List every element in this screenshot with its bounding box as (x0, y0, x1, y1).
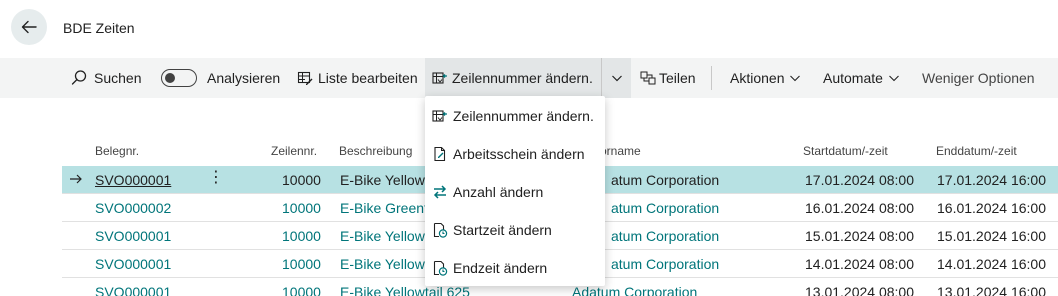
end-cell: 15.01.2024 16:00 (937, 228, 1046, 244)
description-cell[interactable]: E-Bike Greent (340, 200, 428, 216)
share-label: Teilen (659, 70, 696, 86)
toolbar-divider (711, 66, 712, 90)
automate-label: Automate (823, 70, 883, 86)
customer-cell[interactable]: atum Corporation (611, 256, 719, 272)
search-label: Suchen (94, 70, 142, 86)
doc-no-link[interactable]: SVO000001 (95, 228, 171, 244)
menu-item-change-start-time[interactable]: Startzeit ändern (425, 211, 605, 249)
arrow-left-icon (21, 20, 37, 34)
clock-document-icon (433, 260, 448, 276)
analyze-label: Analysieren (207, 70, 281, 86)
menu-item-label: Zeilennummer ändern. (453, 108, 594, 124)
end-cell: 14.01.2024 16:00 (937, 256, 1046, 272)
edit-list-label: Liste bearbeiten (318, 70, 418, 86)
start-cell: 17.01.2024 08:00 (805, 172, 914, 188)
line-no-cell: 10000 (282, 200, 321, 216)
menu-item-label: Anzahl ändern (453, 184, 544, 200)
start-cell: 15.01.2024 08:00 (805, 228, 914, 244)
menu-item-label: Startzeit ändern (453, 222, 552, 238)
column-header-description[interactable]: Beschreibung (339, 144, 412, 158)
swap-arrows-icon (433, 185, 447, 199)
menu-item-label: Arbeitsschein ändern (453, 146, 585, 162)
customer-cell[interactable]: atum Corporation (611, 200, 719, 216)
clock-document-icon (433, 222, 448, 238)
page-title: BDE Zeiten (63, 20, 135, 36)
column-header-doc-no[interactable]: Belegnr. (95, 144, 139, 158)
column-header-line-no[interactable]: Zeilennr. (271, 144, 317, 158)
line-no-cell: 10000 (282, 284, 321, 296)
line-no-cell: 10000 (282, 228, 321, 244)
column-header-end[interactable]: Enddatum/-zeit (936, 144, 1017, 158)
chevron-down-icon (790, 75, 801, 82)
customer-cell[interactable]: atum Corporation (611, 228, 719, 244)
search-icon (71, 70, 87, 85)
line-no-cell: 10000 (282, 256, 321, 272)
line-no-cell: 10000 (282, 172, 321, 188)
edit-list-icon (297, 71, 313, 85)
chevron-down-icon (611, 75, 622, 82)
description-cell[interactable]: E-Bike Yellowt (340, 172, 429, 188)
fewer-options-button[interactable]: Weniger Optionen (922, 58, 1035, 98)
customer-cell[interactable]: atum Corporation (611, 172, 719, 188)
search-button[interactable]: Suchen (70, 58, 141, 98)
start-cell: 13.01.2024 08:00 (805, 284, 914, 296)
back-button[interactable] (11, 9, 47, 45)
more-options-icon[interactable]: ⋮ (208, 170, 224, 186)
change-line-number-button[interactable]: Zeilennummer ändern. (425, 58, 601, 98)
share-icon (640, 71, 656, 85)
column-header-name[interactable]: orname (600, 144, 641, 158)
description-cell[interactable]: E-Bike Yellowt (340, 256, 429, 272)
end-cell: 13.01.2024 16:00 (937, 284, 1046, 296)
analyze-toggle[interactable]: Analysieren (161, 58, 280, 98)
renumber-icon (432, 110, 447, 122)
menu-item-label: Endzeit ändern (453, 260, 548, 276)
doc-no-link[interactable]: SVO000001 (95, 256, 171, 272)
change-line-number-menu-toggle[interactable] (601, 58, 631, 98)
column-header-start[interactable]: Startdatum/-zeit (803, 144, 888, 158)
menu-item-change-worksheet[interactable]: Arbeitsschein ändern (425, 135, 605, 173)
change-line-number-dropdown: Zeilennummer ändern. Arbeitsschein änder… (425, 96, 605, 286)
arrow-right-icon (70, 174, 82, 184)
doc-no-link[interactable]: SVO000002 (95, 200, 171, 216)
automate-menu[interactable]: Automate (823, 58, 900, 98)
menu-item-change-line-number[interactable]: Zeilennummer ändern. (425, 97, 605, 135)
chevron-down-icon (889, 75, 899, 82)
menu-item-change-end-time[interactable]: Endzeit ändern (425, 249, 605, 287)
edit-list-button[interactable]: Liste bearbeiten (297, 58, 418, 98)
action-bar: Suchen Analysieren Liste bearbeiten Zeil… (0, 58, 1058, 98)
end-cell: 17.01.2024 16:00 (937, 172, 1046, 188)
toggle-switch[interactable] (161, 69, 197, 87)
page-header: BDE Zeiten (0, 0, 1058, 58)
description-cell[interactable]: E-Bike Yellowt (340, 228, 429, 244)
end-cell: 16.01.2024 16:00 (937, 200, 1046, 216)
fewer-options-label: Weniger Optionen (922, 70, 1035, 86)
share-button[interactable]: Teilen (640, 58, 696, 98)
change-line-number-label: Zeilennummer ändern. (452, 70, 593, 86)
menu-item-change-quantity[interactable]: Anzahl ändern (425, 173, 605, 211)
renumber-icon (432, 72, 447, 84)
actions-label: Aktionen (730, 70, 785, 86)
doc-no-link[interactable]: SVO000001 (95, 172, 171, 188)
start-cell: 14.01.2024 08:00 (805, 256, 914, 272)
document-edit-icon (434, 146, 446, 162)
actions-menu[interactable]: Aktionen (730, 58, 801, 98)
start-cell: 16.01.2024 08:00 (805, 200, 914, 216)
doc-no-link[interactable]: SVO000001 (95, 284, 171, 296)
